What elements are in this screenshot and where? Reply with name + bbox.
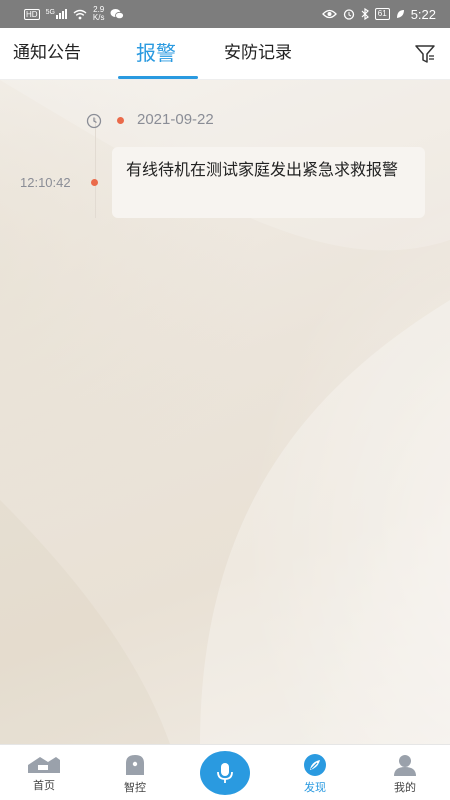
clock-icon (86, 113, 102, 129)
nav-smart-control-label: 智控 (124, 781, 146, 794)
filter-icon[interactable] (414, 43, 436, 65)
profile-icon (394, 755, 416, 776)
timeline-line (95, 118, 96, 218)
signal-icon: 5G (46, 9, 67, 19)
nav-discover-label: 发现 (304, 781, 326, 794)
alarm-message: 有线待机在测试家庭发出紧急求救报警 (126, 160, 399, 179)
wechat-icon (110, 9, 125, 20)
discover-icon (304, 754, 326, 776)
top-tab-bar: 通知公告 报警 安防记录 (0, 28, 450, 80)
timeline-date: 2021-09-22 (137, 111, 214, 128)
eye-icon (321, 9, 337, 19)
tab-notice[interactable]: 通知公告 (13, 28, 81, 80)
smart-control-icon (126, 755, 144, 775)
bluetooth-icon (361, 8, 369, 20)
entry-time: 12:10:42 (20, 175, 71, 190)
clock-time: 5:22 (410, 6, 436, 22)
tab-security-records[interactable]: 安防记录 (224, 28, 292, 80)
signal-label: 5G (45, 9, 55, 16)
nav-home[interactable]: 首页 (9, 745, 79, 800)
voice-button[interactable] (200, 751, 250, 795)
tab-alarm[interactable]: 报警 (136, 28, 176, 80)
status-bar: HD 5G 2.9 K/s 61 5:22 (0, 0, 450, 28)
alarm-icon (343, 9, 354, 20)
speed-unit: K/s (92, 13, 105, 22)
active-tab-indicator (118, 76, 198, 79)
microphone-icon (217, 763, 233, 783)
network-badge: HD (24, 8, 40, 20)
nav-smart-control[interactable]: 智控 (100, 745, 170, 800)
network-speed: 2.9 K/s (93, 6, 105, 22)
nav-discover[interactable]: 发现 (280, 745, 350, 800)
entry-marker-dot (91, 179, 98, 186)
alarm-list-area[interactable]: 2021-09-22 12:10:42 有线待机在测试家庭发出紧急求救报警 (0, 80, 450, 744)
home-icon (28, 757, 60, 773)
nav-profile[interactable]: 我的 (370, 745, 440, 800)
nav-home-label: 首页 (33, 779, 55, 792)
date-marker-dot (117, 117, 124, 124)
leaf-icon (396, 10, 404, 18)
battery-icon: 61 (374, 8, 390, 20)
nav-profile-label: 我的 (394, 781, 416, 794)
alarm-card[interactable]: 有线待机在测试家庭发出紧急求救报警 (112, 147, 425, 218)
wifi-icon (73, 9, 87, 19)
